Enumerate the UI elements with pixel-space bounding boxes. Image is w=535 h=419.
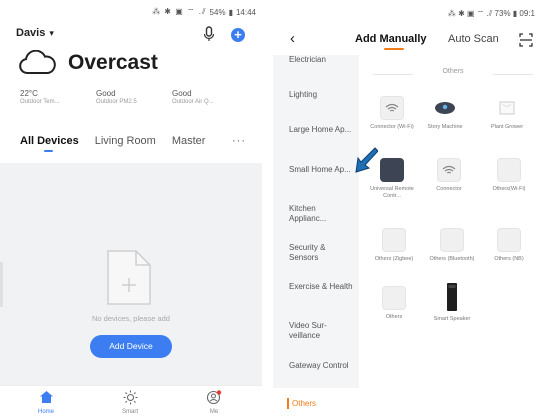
speaker-icon	[440, 282, 464, 312]
remote-icon	[380, 158, 404, 182]
active-category-indicator	[287, 398, 289, 409]
status-time: 14:44	[235, 7, 256, 17]
stat-label: Outdoor Tem...	[20, 99, 60, 105]
room-tabs: All Devices Living Room Master ···	[20, 135, 250, 147]
device-name: Plant Grower	[490, 124, 524, 130]
category-list: Electrician Lighting Large Home Ap... Sm…	[273, 55, 359, 388]
side-drawer-handle[interactable]	[0, 262, 3, 307]
microphone-icon[interactable]	[202, 26, 216, 42]
nav-label: Home	[37, 409, 54, 415]
story-machine-icon	[433, 96, 457, 120]
plant-grower-icon	[495, 96, 519, 120]
stat-pm25: Good Outdoor PM2.5	[96, 89, 172, 105]
pointer-arrow-icon	[355, 147, 378, 173]
device-name: Connector (Wi-Fi)	[370, 124, 414, 130]
weather-summary: Overcast	[18, 50, 158, 76]
home-name: Davis	[16, 27, 46, 39]
device-smart-speaker[interactable]: Smart Speaker	[427, 282, 477, 323]
device-name: Others(Wi-Fi)	[492, 186, 526, 192]
category-gateway-control[interactable]: Gateway Control	[289, 361, 353, 371]
category-others[interactable]: Others	[273, 396, 359, 412]
active-category-label: Others	[292, 399, 317, 408]
device-name: Universal Remote Contr...	[370, 186, 414, 199]
category-kitchen-appliances[interactable]: Kitchen Applianc...	[289, 204, 353, 224]
add-plus-icon[interactable]: +	[231, 28, 245, 42]
device-others-nb[interactable]: Others (NB)	[484, 228, 534, 263]
active-tab-indicator	[384, 48, 404, 50]
tab-master[interactable]: Master	[172, 135, 206, 147]
tab-add-manually[interactable]: Add Manually	[355, 33, 427, 45]
tab-auto-scan[interactable]: Auto Scan	[448, 33, 499, 45]
stat-label: Outdoor PM2.5	[96, 99, 137, 105]
stat-temperature: 22°C Outdoor Tem...	[20, 89, 96, 105]
stat-air-quality: Good Outdoor Air Q...	[172, 89, 248, 105]
generic-device-icon	[382, 228, 406, 252]
device-list-empty: No devices, please add Add Device	[0, 163, 262, 385]
home-icon	[39, 391, 53, 403]
more-tabs-icon[interactable]: ···	[232, 135, 246, 147]
wifi-icon	[380, 96, 404, 120]
device-name: Story Machine	[427, 124, 463, 130]
home-screen: ⁂ ✱ ▣ ⌔ .⫽ 54% ▮ 14:44 Davis ▾ + Overcas…	[0, 0, 262, 419]
generic-device-icon	[382, 286, 406, 310]
cloud-icon	[19, 50, 56, 74]
device-others-wifi[interactable]: Others(Wi-Fi)	[484, 158, 534, 193]
generic-device-icon	[440, 228, 464, 252]
divider	[493, 74, 533, 75]
nav-label: Smart	[121, 409, 138, 415]
battery-percent: 54%	[209, 7, 226, 17]
device-name: Smart Speaker	[433, 316, 471, 322]
stat-value: Good	[96, 89, 116, 98]
device-name: Others (Zigbee)	[374, 256, 414, 262]
device-name: Others (NB)	[494, 256, 524, 262]
device-story-machine[interactable]: Story Machine	[420, 96, 470, 131]
add-device-button[interactable]: Add Device	[90, 335, 172, 358]
active-tab-indicator	[44, 150, 53, 152]
generic-device-icon	[497, 158, 521, 182]
stat-label: Outdoor Air Q...	[172, 99, 214, 105]
tab-all-devices[interactable]: All Devices	[20, 135, 79, 147]
battery-icon: ▮	[228, 7, 233, 17]
sun-icon	[123, 390, 137, 405]
device-connector-wifi[interactable]: Connector (Wi-Fi)	[367, 96, 417, 131]
stat-value: 22°C	[20, 89, 38, 98]
bottom-navigation: Home Smart Me	[0, 385, 262, 419]
weather-condition: Overcast	[68, 51, 158, 74]
scan-icon[interactable]	[519, 33, 533, 47]
category-video-surveillance[interactable]: Video Sur- veillance	[289, 321, 353, 341]
user-icon	[206, 390, 222, 405]
device-others[interactable]: Others	[369, 286, 419, 321]
device-name: Others	[385, 314, 403, 320]
generic-device-icon	[497, 228, 521, 252]
nav-me[interactable]: Me	[189, 390, 239, 415]
category-security-sensors[interactable]: Security & Sensors	[289, 243, 353, 263]
category-exercise-health[interactable]: Exercise & Health	[289, 282, 353, 292]
category-electrician[interactable]: Electrician	[289, 55, 353, 65]
nav-label: Me	[209, 409, 219, 415]
category-lighting[interactable]: Lighting	[289, 90, 353, 100]
stat-value: Good	[172, 89, 192, 98]
device-name: Others (Bluetooth)	[429, 256, 475, 262]
wifi-icon	[437, 158, 461, 182]
weather-stats: 22°C Outdoor Tem... Good Outdoor PM2.5 G…	[20, 89, 248, 105]
device-plant-grower[interactable]: Plant Grower	[482, 96, 532, 131]
nav-smart[interactable]: Smart	[105, 390, 155, 415]
empty-document-icon	[107, 250, 151, 305]
device-connector[interactable]: Connector	[424, 158, 474, 193]
device-name: Connector	[436, 186, 462, 192]
device-others-zigbee[interactable]: Others (Zigbee)	[369, 228, 419, 263]
device-others-bluetooth[interactable]: Others (Bluetooth)	[427, 228, 477, 263]
chevron-down-icon: ▾	[49, 27, 54, 38]
status-bar: ⁂ ✱ ▣ ⌔ .⫽ 54% ▮ 14:44	[152, 7, 256, 17]
home-selector[interactable]: Davis ▾	[16, 27, 54, 39]
back-arrow-icon[interactable]: ‹	[290, 30, 295, 47]
category-small-home-appliances[interactable]: Small Home Ap...	[289, 165, 353, 175]
add-device-screen: ⁂ ✱ ▣ ⌔ .⫽ 73% ▮ 09:1 ‹ Add Manually Aut…	[273, 0, 535, 419]
category-large-home-appliances[interactable]: Large Home Ap...	[289, 125, 353, 135]
status-icons: ⁂ ✱ ▣ ⌔ .⫽	[152, 7, 207, 16]
empty-state-text: No devices, please add	[92, 314, 170, 323]
status-bar: ⁂ ✱ ▣ ⌔ .⫽ 73% ▮ 09:1	[447, 9, 535, 18]
nav-home[interactable]: Home	[21, 390, 71, 415]
tab-living-room[interactable]: Living Room	[95, 135, 156, 147]
